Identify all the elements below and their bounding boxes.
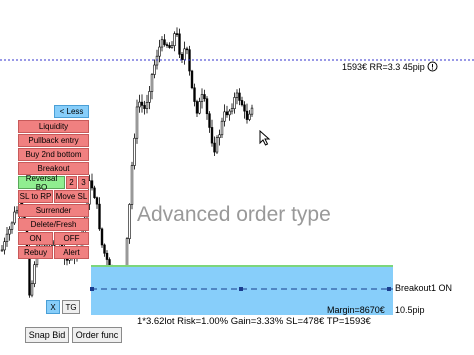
snap-bid-button[interactable]: Snap Bid	[25, 327, 69, 343]
entry-handle-mid[interactable]	[239, 287, 243, 291]
move-sl-button[interactable]: Move SL	[54, 190, 89, 203]
pullback-entry-button[interactable]: Pullback entry	[18, 134, 89, 147]
sl-to-rp-button[interactable]: SL to RP	[18, 190, 53, 203]
order-func-button[interactable]: Order func	[72, 327, 122, 343]
buy-2nd-bottom-button[interactable]: Buy 2nd bottom	[18, 148, 89, 161]
delete-fresh-button[interactable]: Delete/Fresh	[18, 218, 89, 231]
breakout-label: Breakout1 ON	[395, 283, 453, 293]
on-button[interactable]: ON	[18, 232, 53, 245]
x-button[interactable]: X	[46, 300, 60, 314]
reversal-bo-button[interactable]: Reversal BO	[18, 174, 65, 192]
alert-button[interactable]: Alert	[54, 246, 89, 259]
rebuy-button[interactable]: Rebuy	[18, 246, 53, 259]
pips-label: 10.5pip	[395, 305, 425, 315]
liquidity-button[interactable]: Liquidity	[18, 120, 89, 133]
margin-label: Margin=8670€	[327, 305, 385, 315]
order-summary: 1*3.62lot Risk=1.00% Gain=3.33% SL=478€ …	[137, 316, 371, 327]
tg-button[interactable]: TG	[62, 300, 80, 314]
less-button[interactable]: < Less	[54, 105, 89, 118]
option-2-button[interactable]: 2	[66, 176, 77, 189]
surrender-button[interactable]: Surrender	[18, 204, 89, 217]
mouse-cursor-icon	[259, 130, 271, 146]
entry-handle-right[interactable]	[387, 287, 391, 291]
entry-handle-left[interactable]	[90, 287, 94, 291]
off-button[interactable]: OFF	[54, 232, 89, 245]
option-3-button[interactable]: 3	[78, 176, 89, 189]
